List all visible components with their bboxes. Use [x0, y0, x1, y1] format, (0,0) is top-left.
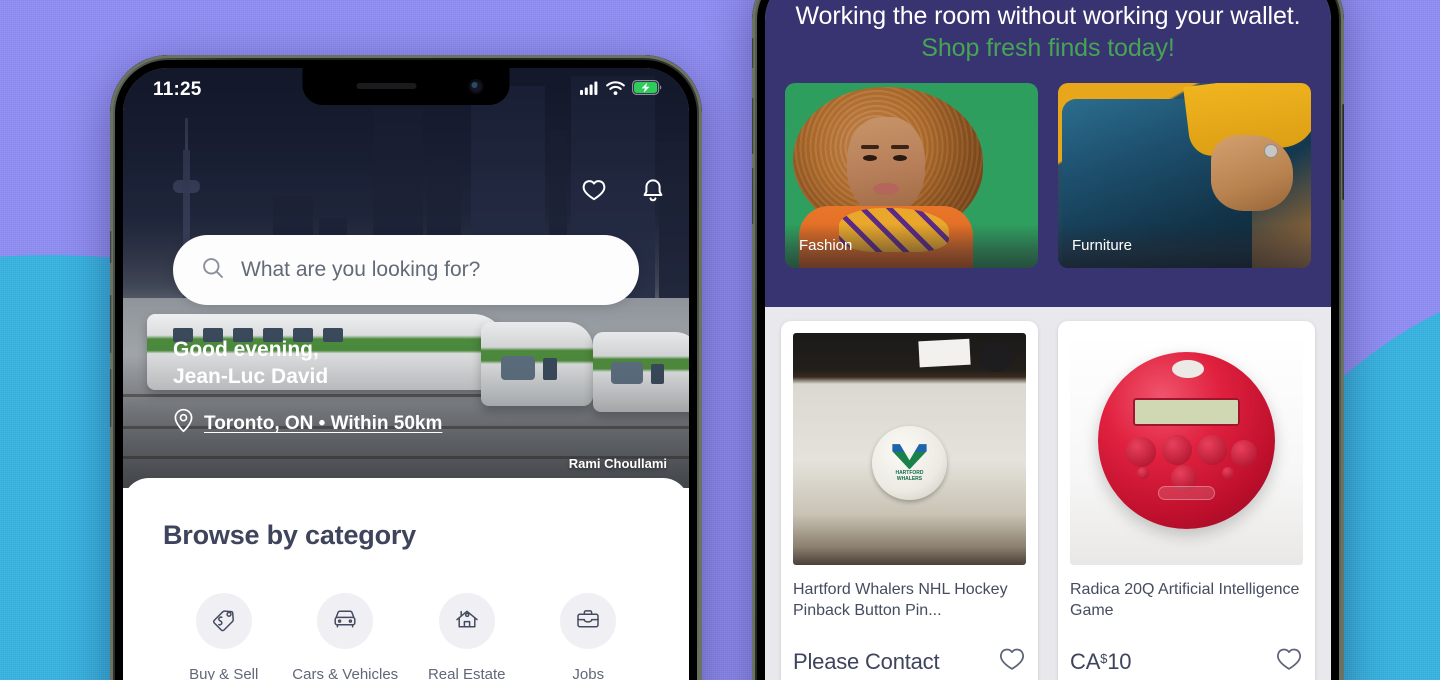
- category-row: Buy & Sell Cars & Vehicles Real Estate J…: [163, 593, 649, 680]
- promo-card-label: Furniture: [1058, 223, 1311, 268]
- promo-card-furniture[interactable]: Furniture: [1058, 82, 1311, 268]
- price-tag-icon: [210, 605, 238, 638]
- promo-card-row: Fashion Furniture: [781, 82, 1315, 268]
- phone-right-mute-switch[interactable]: [752, 38, 754, 68]
- listing-image: HARTFORD WHALERS: [793, 333, 1026, 565]
- listing-card-radica-20q[interactable]: Radica 20Q Artificial Intelligence Game …: [1058, 321, 1315, 680]
- status-bar: 11:25: [123, 68, 689, 112]
- greeting-line-2: Jean-Luc David: [173, 365, 329, 389]
- category-icon-wrap: [195, 593, 252, 649]
- category-label: Buy & Sell: [189, 666, 259, 680]
- furniture-model-hand: [1211, 134, 1293, 211]
- wifi-icon: [606, 80, 625, 100]
- heart-outline-icon[interactable]: [1275, 646, 1303, 677]
- location-pin-icon: [173, 408, 194, 439]
- category-label: Jobs: [572, 666, 605, 680]
- listing-photo-whalers-pin: HARTFORD WHALERS: [793, 333, 1026, 565]
- listing-photo-radica-20q: [1070, 333, 1303, 565]
- listing-image: [1070, 333, 1303, 565]
- listing-title: Hartford Whalers NHL Hockey Pinback Butt…: [793, 581, 1008, 620]
- phone-right-volume-up[interactable]: [752, 98, 754, 154]
- phone-mockup-right: Working the room without working your wa…: [752, 0, 1344, 680]
- notifications-bell-icon[interactable]: [641, 178, 665, 208]
- radica-brand-logo: [1158, 486, 1215, 501]
- category-label: Real Estate: [427, 666, 506, 680]
- heart-outline-icon[interactable]: [998, 646, 1026, 677]
- location-selector[interactable]: Toronto, ON • Within 50km: [173, 408, 442, 439]
- category-real-estate[interactable]: Real Estate: [406, 593, 528, 680]
- whalers-pin-text: HARTFORD WHALERS: [895, 470, 924, 482]
- status-clock: 11:25: [153, 79, 202, 100]
- phone-left-screen: 11:25 What are you looking for? Good eve…: [123, 68, 689, 680]
- car-icon: [331, 605, 359, 638]
- category-icon-wrap: [560, 593, 617, 649]
- phone-right-volume-down[interactable]: [752, 168, 754, 224]
- phone-left-volume-up[interactable]: [110, 295, 112, 353]
- category-label: Cars & Vehicles: [292, 666, 399, 680]
- promo-headline-accent: Shop fresh finds today!: [921, 33, 1175, 62]
- listing-footer: Please Contact: [793, 646, 1026, 677]
- whalers-logo: [892, 444, 927, 470]
- search-bar[interactable]: What are you looking for?: [173, 235, 639, 305]
- signal-bars-icon: [580, 81, 599, 100]
- phone-left-mute-switch[interactable]: [110, 231, 112, 263]
- radica-lcd-screen: [1133, 397, 1240, 426]
- listing-footer: CA$10: [1070, 646, 1303, 677]
- listing-title: Radica 20Q Artificial Intelligence Game: [1070, 581, 1300, 620]
- location-text: Toronto, ON • Within 50km: [204, 412, 443, 434]
- browse-sheet: Browse by category Buy & Sell Cars & Veh…: [123, 478, 689, 680]
- greeting-line-1: Good evening,: [173, 338, 319, 361]
- favourites-heart-icon[interactable]: [581, 178, 607, 208]
- category-buy-and-sell[interactable]: Buy & Sell: [163, 593, 285, 680]
- greeting-block: Good evening, Jean-Luc David: [173, 336, 328, 391]
- phone-mockup-left: 11:25 What are you looking for? Good eve…: [110, 55, 702, 680]
- battery-charging-icon: [632, 80, 663, 100]
- promo-card-fashion[interactable]: Fashion: [785, 82, 1038, 268]
- category-icon-wrap: [438, 593, 495, 649]
- promo-headline: Working the room without working your wa…: [781, 1, 1315, 65]
- listing-price: CA$10: [1070, 649, 1131, 675]
- promo-card-label: Fashion: [785, 223, 1038, 268]
- listing-grid: HARTFORD WHALERS Hartford Whalers NHL Ho…: [765, 307, 1331, 680]
- price-currency-prefix: CA: [1070, 648, 1101, 674]
- category-cars-and-vehicles[interactable]: Cars & Vehicles: [285, 593, 407, 680]
- listing-price: Please Contact: [793, 648, 940, 674]
- screenshot-stage: 11:25 What are you looking for? Good eve…: [0, 0, 1440, 680]
- phone-left-volume-down[interactable]: [110, 369, 112, 427]
- listing-card-hartford-whalers[interactable]: HARTFORD WHALERS Hartford Whalers NHL Ho…: [781, 321, 1038, 680]
- photo-credit: Rami Choullami: [568, 456, 667, 471]
- furniture-model-ring: [1265, 144, 1277, 157]
- phone-right-power-button[interactable]: [1342, 104, 1344, 200]
- search-icon: [201, 256, 225, 285]
- promo-headline-plain: Working the room without working your wa…: [795, 2, 1301, 30]
- fashion-model-face: [847, 116, 925, 215]
- phone-right-screen: Working the room without working your wa…: [765, 0, 1331, 680]
- browse-sheet-title: Browse by category: [163, 520, 416, 550]
- promo-banner: Working the room without working your wa…: [765, 0, 1331, 307]
- category-jobs[interactable]: Jobs: [528, 593, 650, 680]
- radica-20q-ball: [1097, 351, 1276, 529]
- price-amount: 10: [1107, 648, 1132, 674]
- whalers-pinback-button: HARTFORD WHALERS: [872, 425, 947, 501]
- hero-action-icons: [581, 178, 665, 208]
- search-input-placeholder: What are you looking for?: [241, 258, 481, 281]
- briefcase-icon: [574, 605, 602, 638]
- house-icon: [453, 605, 481, 638]
- category-icon-wrap: [317, 593, 374, 649]
